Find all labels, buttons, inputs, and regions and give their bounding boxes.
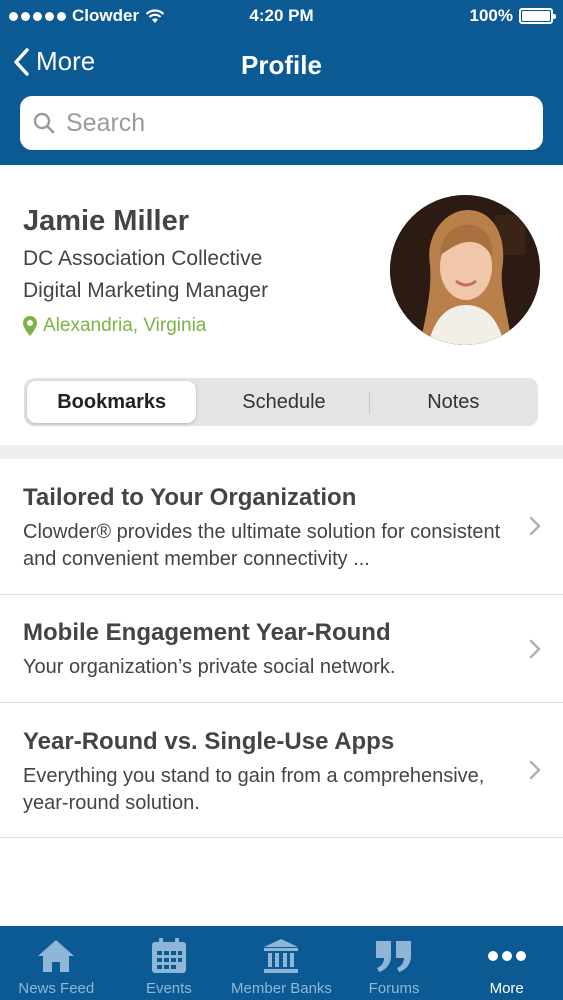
- chevron-right-icon: [529, 516, 541, 536]
- search-input[interactable]: [66, 108, 506, 138]
- search-bar: [20, 96, 543, 150]
- nav-bar: More Profile: [0, 38, 563, 92]
- item-title: Mobile Engagement Year-Round: [23, 619, 391, 646]
- location-label: Alexandria, Virginia: [43, 315, 207, 336]
- segment-bookmarks[interactable]: Bookmarks: [27, 381, 197, 423]
- tab-news-feed[interactable]: News Feed: [0, 926, 113, 1000]
- avatar-photo: [390, 195, 540, 345]
- chevron-right-icon: [529, 639, 541, 659]
- item-title: Year-Round vs. Single-Use Apps: [23, 728, 395, 755]
- calendar-icon: [151, 938, 186, 973]
- search-icon: [33, 112, 55, 134]
- page-title: Profile: [241, 50, 322, 80]
- list-item[interactable]: Tailored to Your Organization Clowder® p…: [0, 459, 563, 595]
- segment-divider: [368, 392, 370, 414]
- tab-label: More: [489, 980, 524, 997]
- chevron-right-icon: [529, 760, 541, 780]
- profile-role: Digital Marketing Manager: [23, 279, 269, 302]
- tab-events[interactable]: Events: [113, 926, 226, 1000]
- location-pin-icon: [23, 316, 37, 336]
- profile-card: Jamie Miller DC Association Collective D…: [0, 165, 563, 445]
- status-right: 100%: [469, 6, 556, 26]
- segment-notes[interactable]: Notes: [368, 378, 538, 426]
- item-title: Tailored to Your Organization: [23, 484, 357, 511]
- home-icon: [38, 940, 75, 972]
- segmented-control: Bookmarks Schedule Notes: [24, 378, 538, 426]
- bookmark-list: Tailored to Your Organization Clowder® p…: [0, 459, 563, 838]
- section-separator: [0, 445, 563, 459]
- segment-schedule[interactable]: Schedule: [199, 378, 368, 426]
- item-description: Your organization’s private social netwo…: [23, 656, 396, 678]
- tab-label: News Feed: [18, 980, 95, 997]
- tab-label: Forums: [368, 980, 420, 997]
- tab-member-banks[interactable]: Member Banks: [225, 926, 338, 1000]
- tab-bar: News Feed Events Member Banks Forums Mor…: [0, 926, 563, 1000]
- bank-icon: [264, 939, 299, 973]
- quote-icon: [376, 941, 412, 972]
- tab-more[interactable]: More: [450, 926, 563, 1000]
- more-icon: [487, 951, 526, 961]
- profile-organization: DC Association Collective: [23, 247, 263, 270]
- list-item[interactable]: Mobile Engagement Year-Round Your organi…: [0, 595, 563, 703]
- profile-name: Jamie Miller: [23, 205, 190, 237]
- profile-location: Alexandria, Virginia: [23, 315, 206, 337]
- item-description: Everything you stand to gain from a comp…: [23, 765, 485, 814]
- battery-icon: [519, 8, 556, 24]
- avatar: [390, 195, 540, 345]
- tab-label: Events: [145, 980, 192, 997]
- tab-label: Member Banks: [231, 980, 332, 997]
- list-item[interactable]: Year-Round vs. Single-Use Apps Everythin…: [0, 703, 563, 838]
- header: Clowder 4:20 PM 100% More Profile: [0, 0, 563, 165]
- segment-notes-label: Notes: [427, 390, 480, 413]
- item-description: Clowder® provides the ultimate solution …: [23, 521, 501, 570]
- tab-forums[interactable]: Forums: [338, 926, 451, 1000]
- status-bar: Clowder 4:20 PM 100%: [0, 0, 563, 32]
- battery-percent: 100%: [469, 6, 513, 25]
